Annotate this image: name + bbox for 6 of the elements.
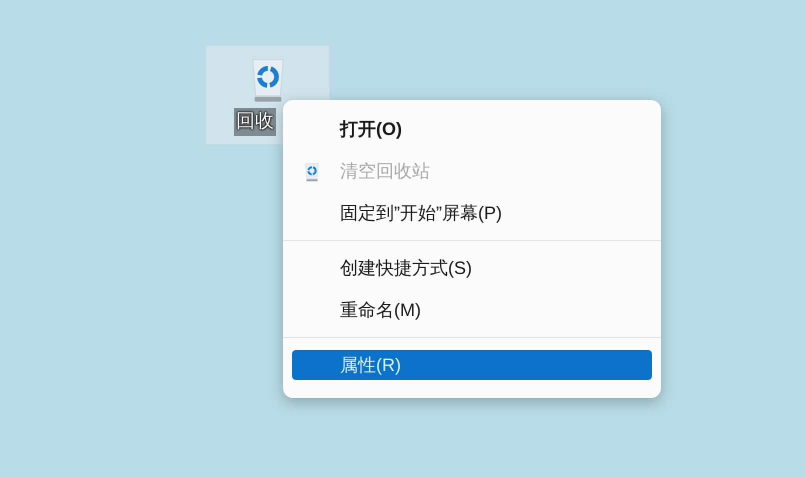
menu-item[interactable]: 创建快捷方式(S): [292, 253, 652, 283]
menu-item[interactable]: 属性(R): [292, 350, 652, 380]
icon-label: 回收: [234, 108, 276, 136]
menu-item[interactable]: 重命名(M): [292, 295, 652, 325]
menu-item[interactable]: 固定到”开始”屏幕(P): [292, 198, 652, 228]
recycle-bin-icon: [304, 162, 320, 182]
